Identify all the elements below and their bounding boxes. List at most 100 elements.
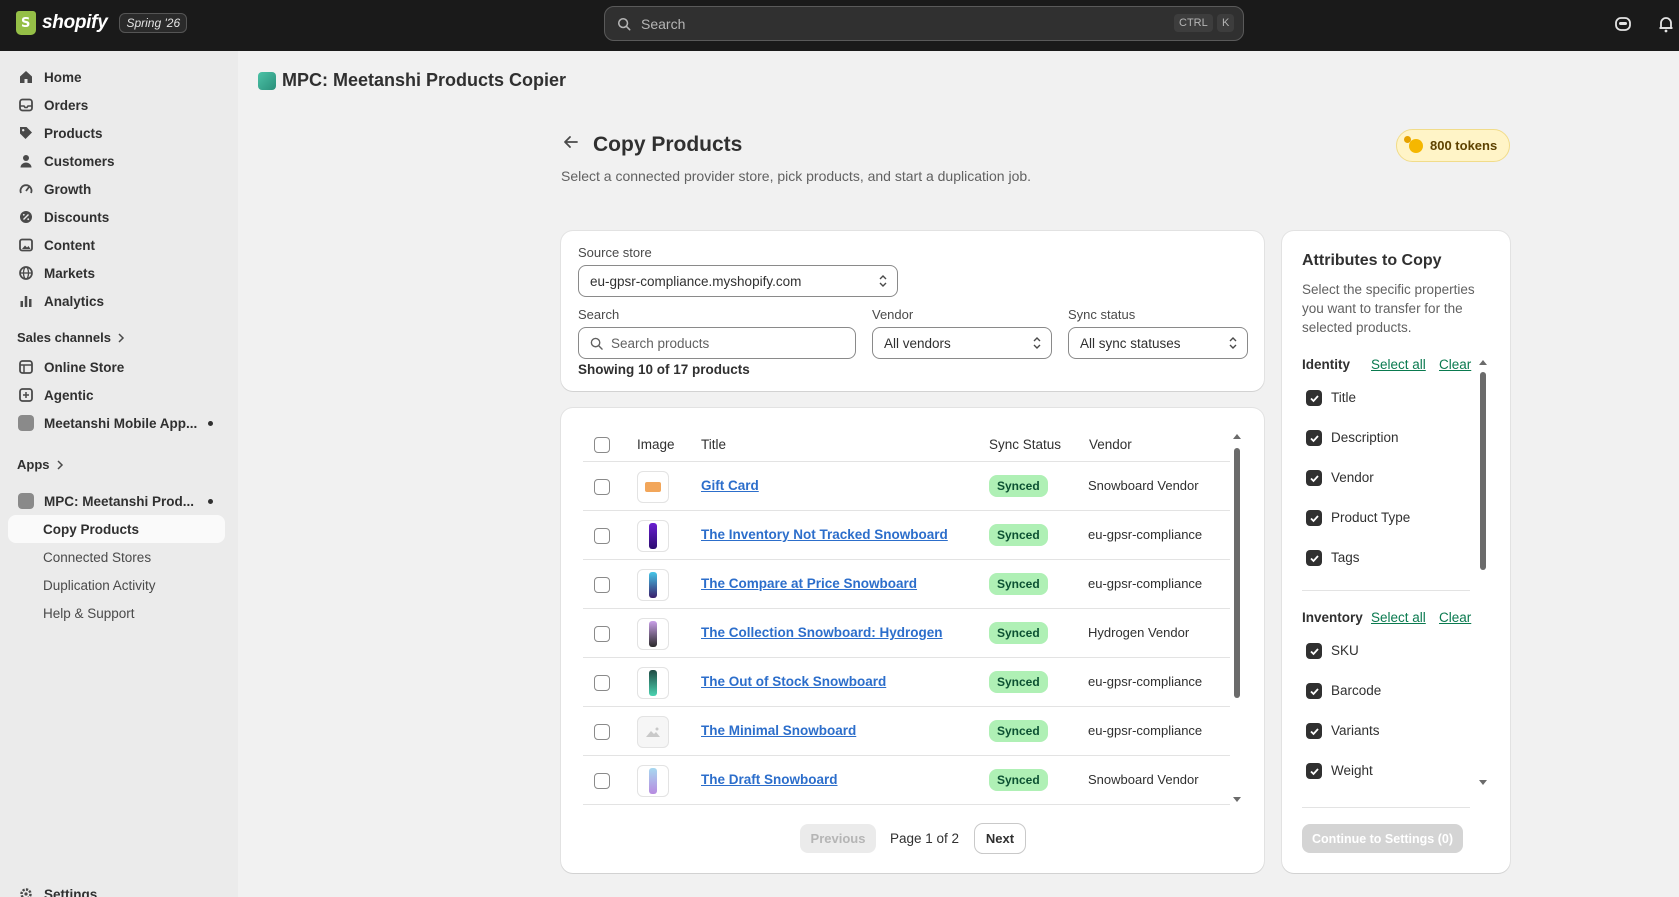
sidebar-item-customers[interactable]: Customers — [8, 147, 225, 175]
sidebar-item-meetanshi-mobile-app[interactable]: Meetanshi Mobile App... — [8, 409, 225, 437]
sidebar-item-mpc-app[interactable]: MPC: Meetanshi Prod... — [8, 487, 225, 515]
sidekick-icon[interactable] — [1613, 14, 1633, 34]
table-row[interactable]: The Compare at Price Snowboard Synced eu… — [583, 559, 1230, 608]
table-scrollbar-thumb[interactable] — [1234, 448, 1240, 698]
page-subtitle: Select a connected provider store, pick … — [561, 168, 1032, 184]
table-row[interactable]: The Draft Snowboard Synced Snowboard Ven… — [583, 755, 1230, 805]
attribute-checkbox-vendor[interactable] — [1306, 470, 1322, 486]
row-checkbox[interactable] — [594, 724, 610, 740]
sidebar-item-agentic[interactable]: Agentic — [8, 381, 225, 409]
sidebar-item-home[interactable]: Home — [8, 63, 225, 91]
product-thumbnail — [637, 618, 669, 650]
tokens-count: 800 tokens — [1430, 138, 1498, 153]
sidebar-item-online-store[interactable]: Online Store — [8, 353, 225, 381]
row-checkbox[interactable] — [594, 773, 610, 789]
table-row[interactable]: The Minimal Snowboard Synced eu-gpsr-com… — [583, 706, 1230, 755]
sidebar-item-label: Agentic — [44, 387, 94, 403]
shopify-logo[interactable]: shopify Spring '26 — [16, 11, 188, 35]
source-store-select[interactable]: eu-gpsr-compliance.myshopify.com — [578, 265, 898, 297]
sync-status-select[interactable]: All sync statuses — [1068, 327, 1248, 359]
table-row[interactable]: The Collection Snowboard: Hydrogen Synce… — [583, 608, 1230, 657]
scroll-up-arrow-icon[interactable] — [1232, 433, 1242, 440]
product-title-link[interactable]: The Draft Snowboard — [701, 772, 838, 787]
product-vendor: Snowboard Vendor — [1088, 478, 1199, 493]
sidebar-item-label: Discounts — [44, 209, 110, 225]
attribute-label: Tags — [1331, 550, 1360, 565]
apps-header[interactable]: Apps — [17, 457, 64, 472]
sidebar-item-label: Markets — [44, 265, 96, 281]
attribute-checkbox-weight[interactable] — [1306, 763, 1322, 779]
attribute-label: Product Type — [1331, 510, 1411, 525]
image-placeholder-icon — [646, 727, 660, 737]
sidebar-subitem-duplication-activity[interactable]: Duplication Activity — [8, 571, 225, 599]
discount-icon — [18, 209, 34, 225]
row-checkbox[interactable] — [594, 675, 610, 691]
status-badge: Synced — [989, 524, 1048, 546]
sidebar-item-label: Online Store — [44, 359, 125, 375]
attribute-label: Vendor — [1331, 470, 1374, 485]
product-title-link[interactable]: The Minimal Snowboard — [701, 723, 856, 738]
column-header-vendor: Vendor — [1089, 437, 1132, 452]
sidebar-subitem-copy-products[interactable]: Copy Products — [8, 515, 225, 543]
identity-select-all-link[interactable]: Select all — [1371, 357, 1426, 372]
continue-to-settings-button[interactable]: Continue to Settings (0) — [1302, 824, 1463, 853]
app-header: MPC: Meetanshi Products Copier — [258, 70, 566, 91]
sidebar-subitem-help-support[interactable]: Help & Support — [8, 599, 225, 627]
column-header-title: Title — [701, 437, 727, 452]
attributes-description: Select the specific properties you want … — [1302, 282, 1475, 335]
sidebar-item-markets[interactable]: Markets — [8, 259, 225, 287]
product-title-link[interactable]: The Out of Stock Snowboard — [701, 674, 886, 689]
inventory-clear-link[interactable]: Clear — [1439, 610, 1471, 625]
sales-channels-header[interactable]: Sales channels — [17, 330, 125, 345]
attribute-checkbox-title[interactable] — [1306, 390, 1322, 406]
gift-card-image — [645, 482, 661, 492]
attributes-scrollbar-thumb[interactable] — [1480, 372, 1486, 570]
select-chevron-icon — [879, 275, 887, 287]
sidebar-item-products[interactable]: Products — [8, 119, 225, 147]
row-checkbox[interactable] — [594, 528, 610, 544]
attribute-checkbox-barcode[interactable] — [1306, 683, 1322, 699]
sidebar-item-content[interactable]: Content — [8, 231, 225, 259]
sidebar-item-settings[interactable]: Settings — [8, 880, 225, 897]
select-all-checkbox[interactable] — [594, 437, 610, 453]
row-checkbox[interactable] — [594, 626, 610, 642]
attribute-checkbox-description[interactable] — [1306, 430, 1322, 446]
sidebar-item-orders[interactable]: Orders — [8, 91, 225, 119]
scroll-down-arrow-icon[interactable] — [1478, 779, 1488, 786]
product-title-link[interactable]: The Collection Snowboard: Hydrogen — [701, 625, 943, 640]
sidebar-item-analytics[interactable]: Analytics — [8, 287, 225, 315]
bell-icon[interactable] — [1656, 14, 1676, 34]
previous-page-button[interactable]: Previous — [800, 824, 876, 853]
globe-icon — [18, 265, 34, 281]
product-title-link[interactable]: The Inventory Not Tracked Snowboard — [701, 527, 948, 542]
search-products-input[interactable]: Search products — [578, 327, 856, 359]
global-search-input[interactable]: Search CTRL K — [604, 6, 1244, 41]
scroll-down-arrow-icon[interactable] — [1232, 796, 1242, 803]
sidebar-item-discounts[interactable]: Discounts — [8, 203, 225, 231]
attribute-checkbox-sku[interactable] — [1306, 643, 1322, 659]
checkmark-icon — [1309, 647, 1319, 655]
table-row[interactable]: Gift Card Synced Snowboard Vendor — [583, 461, 1230, 510]
table-row[interactable]: The Out of Stock Snowboard Synced eu-gps… — [583, 657, 1230, 706]
identity-clear-link[interactable]: Clear — [1439, 357, 1471, 372]
home-icon — [18, 69, 34, 85]
product-title-link[interactable]: The Compare at Price Snowboard — [701, 576, 917, 591]
sidebar-subitem-connected-stores[interactable]: Connected Stores — [8, 543, 225, 571]
sidebar: Home Orders Products Customers Growth Di… — [0, 51, 238, 897]
chevron-right-icon — [56, 459, 63, 470]
table-row[interactable]: The Inventory Not Tracked Snowboard Sync… — [583, 510, 1230, 559]
back-arrow-icon[interactable] — [562, 133, 580, 151]
row-checkbox[interactable] — [594, 577, 610, 593]
row-checkbox[interactable] — [594, 479, 610, 495]
sidebar-item-growth[interactable]: Growth — [8, 175, 225, 203]
attribute-checkbox-variants[interactable] — [1306, 723, 1322, 739]
product-thumbnail — [637, 716, 669, 748]
attribute-checkbox-tags[interactable] — [1306, 550, 1322, 566]
next-page-button[interactable]: Next — [975, 824, 1025, 853]
attribute-checkbox-product-type[interactable] — [1306, 510, 1322, 526]
inventory-select-all-link[interactable]: Select all — [1371, 610, 1426, 625]
vendor-select[interactable]: All vendors — [872, 327, 1052, 359]
product-title-link[interactable]: Gift Card — [701, 478, 759, 493]
footer-divider — [1302, 807, 1470, 808]
scroll-up-arrow-icon[interactable] — [1478, 359, 1488, 366]
